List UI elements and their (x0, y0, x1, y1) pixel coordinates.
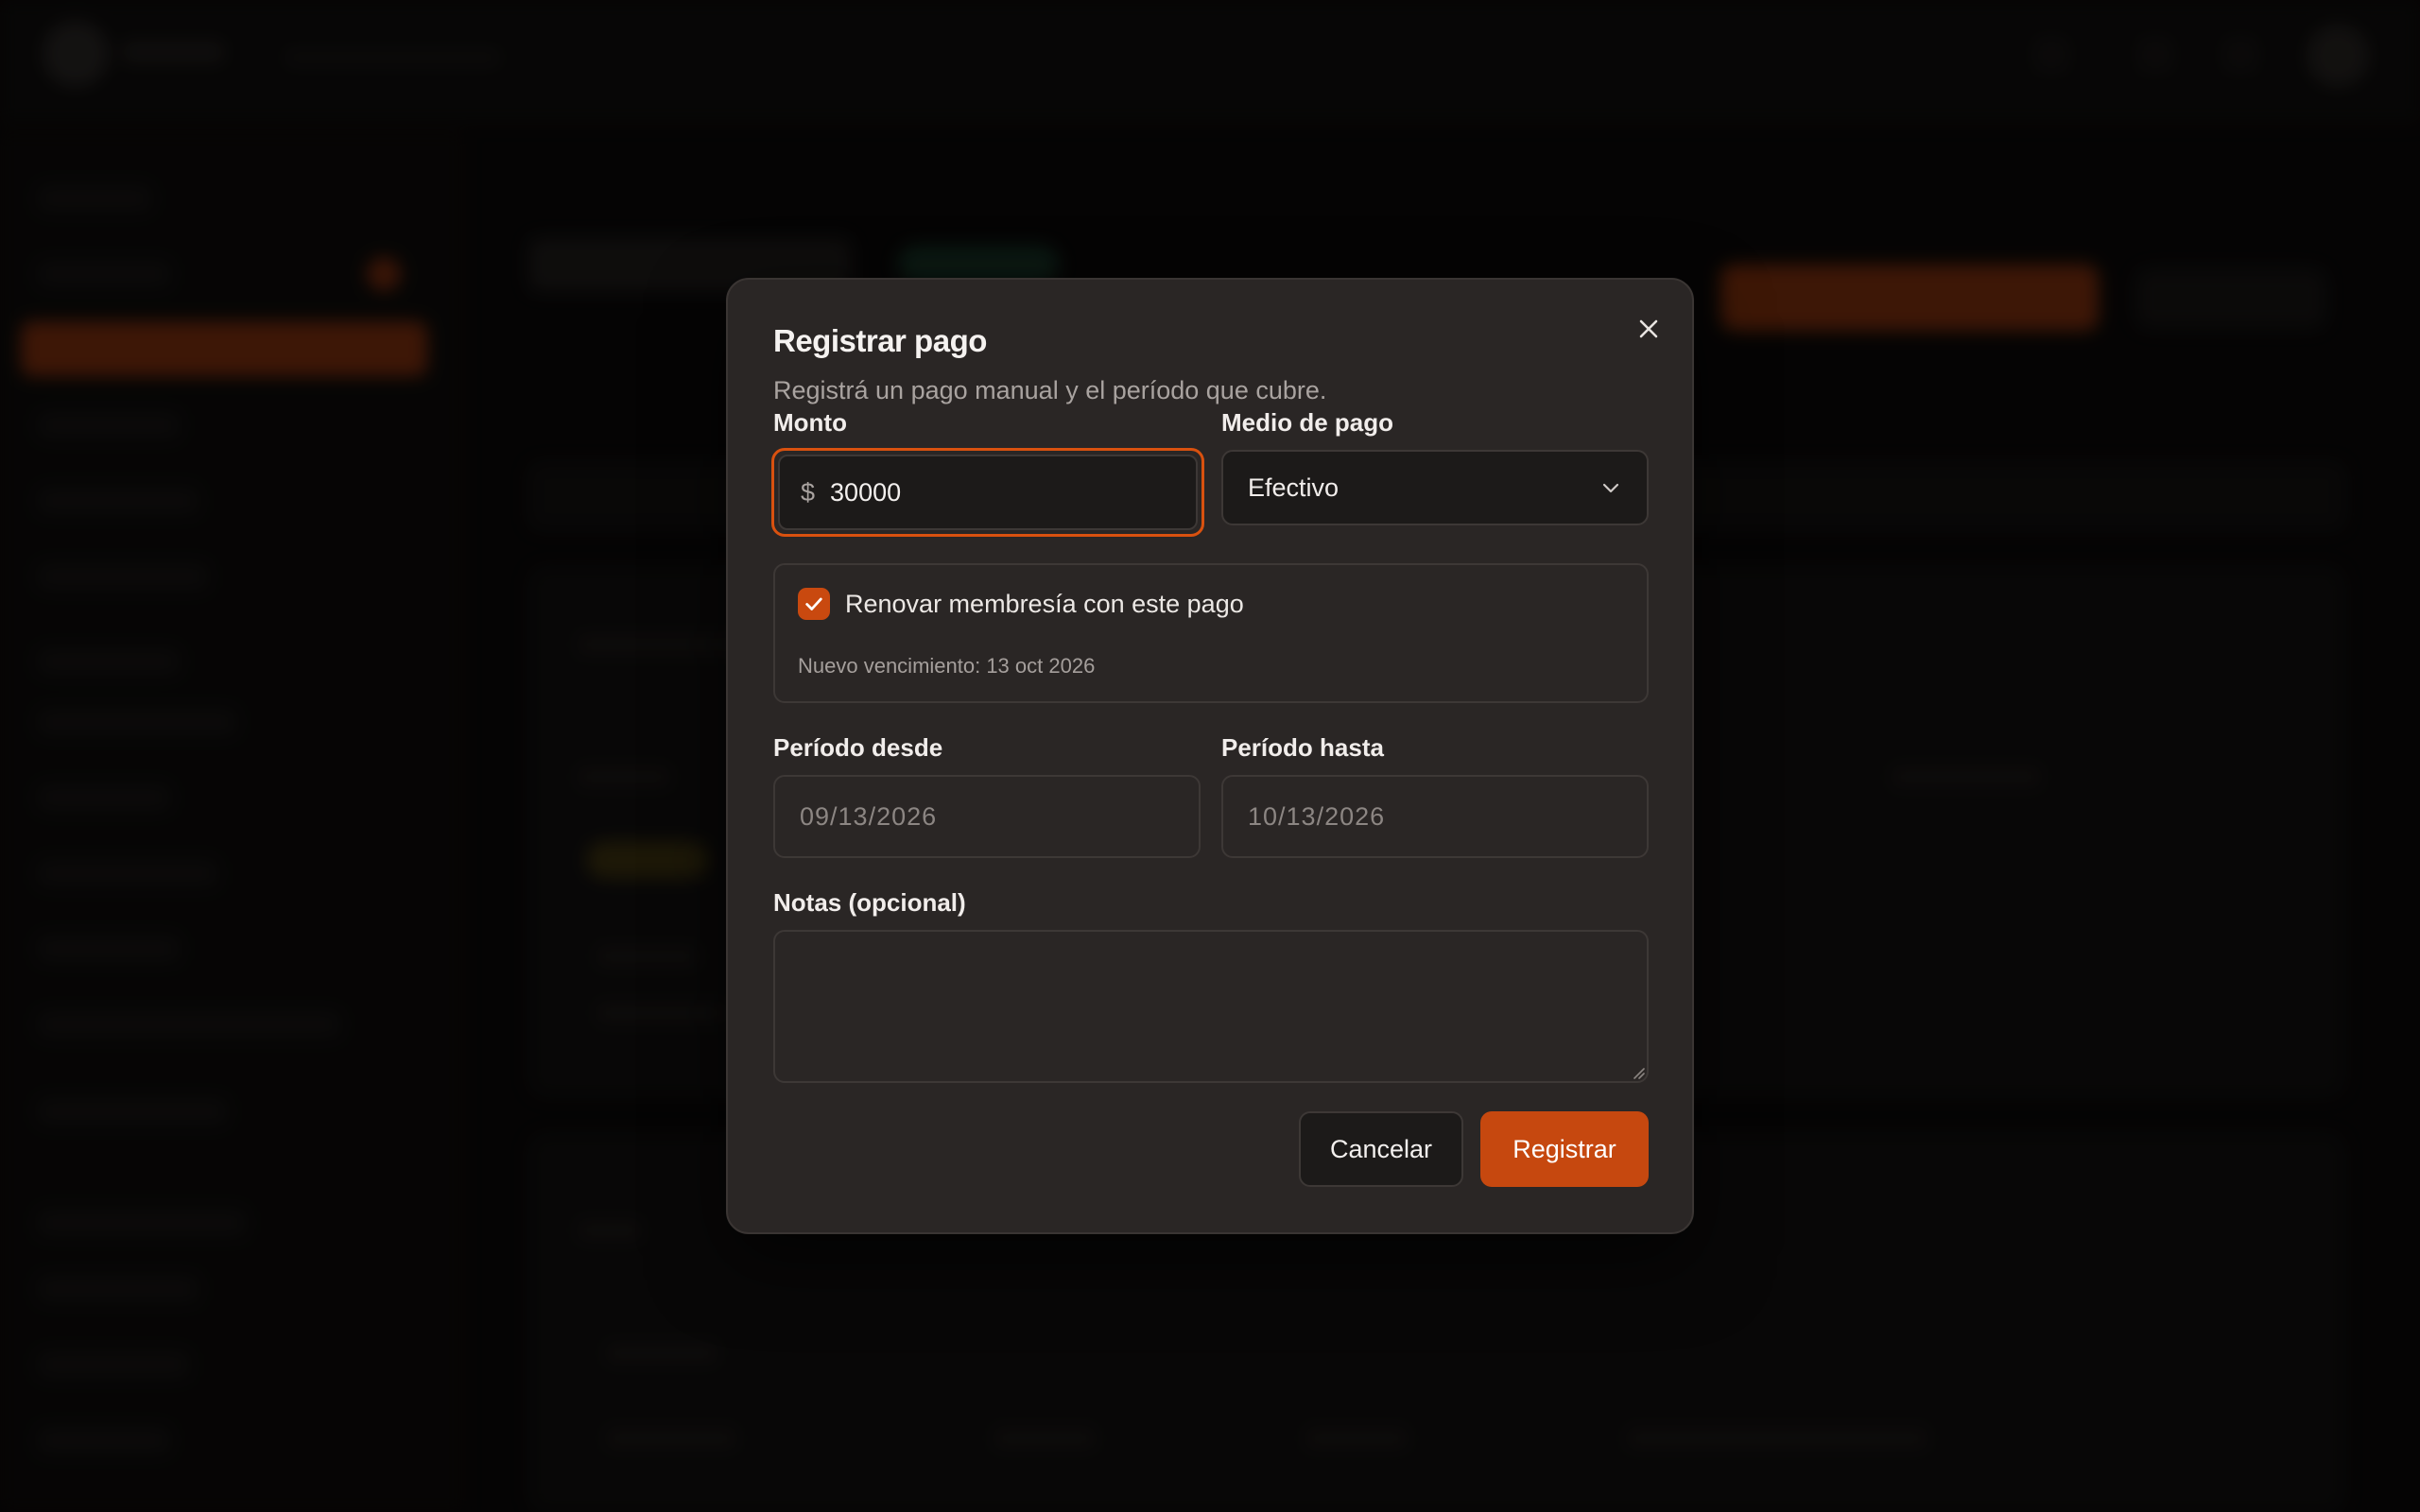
payment-method-value: Efectivo (1248, 472, 1340, 502)
notes-textarea[interactable] (773, 930, 1649, 1083)
payment-method-select[interactable]: Efectivo (1221, 450, 1649, 525)
amount-field-focus-ring: $ (771, 448, 1204, 537)
amount-input[interactable] (830, 477, 1171, 507)
renew-membership-label[interactable]: Renovar membresía con este pago (845, 590, 1244, 619)
chevron-down-icon (1602, 483, 1619, 493)
dialog-subtitle: Registrá un pago manual y el período que… (773, 376, 1327, 404)
resize-handle-icon[interactable] (1632, 1066, 1645, 1079)
payment-method-label: Medio de pago (1221, 408, 1393, 437)
cancel-button[interactable]: Cancelar (1299, 1111, 1463, 1187)
period-from-label: Período desde (773, 733, 943, 762)
amount-label: Monto (773, 408, 847, 437)
period-to-input[interactable]: 10/13/2026 (1221, 775, 1649, 858)
dialog-title: Registrar pago (773, 323, 987, 358)
register-button[interactable]: Registrar (1480, 1111, 1649, 1187)
amount-field[interactable]: $ (778, 455, 1198, 530)
close-button[interactable] (1628, 308, 1669, 350)
new-expiration-note: Nuevo vencimiento: 13 oct 2026 (798, 654, 1096, 678)
currency-symbol: $ (801, 477, 816, 507)
renew-membership-checkbox[interactable] (798, 588, 830, 620)
register-payment-dialog: Registrar pago Registrá un pago manual y… (726, 278, 1694, 1234)
check-icon (805, 597, 822, 610)
close-icon (1639, 319, 1658, 338)
period-to-label: Período hasta (1221, 733, 1384, 762)
period-from-input[interactable]: 09/13/2026 (773, 775, 1201, 858)
notes-label: Notas (opcional) (773, 888, 966, 917)
renew-membership-box: Renovar membresía con este pago Nuevo ve… (773, 563, 1649, 703)
